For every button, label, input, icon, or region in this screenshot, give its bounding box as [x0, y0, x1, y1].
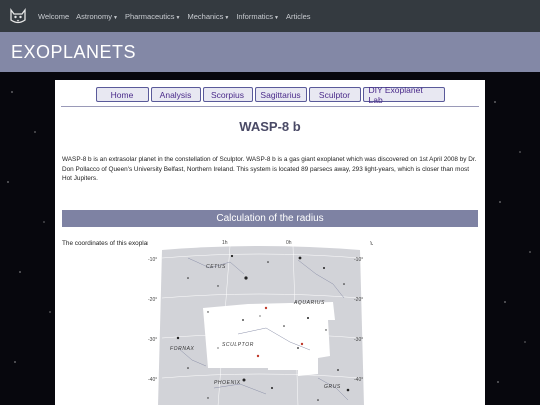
- nav-welcome[interactable]: Welcome: [38, 12, 69, 21]
- constellation-label-cetus: CETUS: [206, 264, 226, 270]
- nav-articles[interactable]: Articles: [286, 12, 311, 21]
- map-right-tick: -30°: [354, 337, 363, 343]
- map-top-tick: 0h: [286, 240, 292, 246]
- nav-pharmaceutics[interactable]: Pharmaceutics▼: [125, 12, 181, 21]
- map-left-tick: -20°: [148, 297, 157, 303]
- main-content: Home Analysis Scorpius Sagittarius Sculp…: [55, 80, 485, 405]
- tab-sculptor[interactable]: Sculptor: [308, 87, 361, 102]
- page-title: WASP-8 b: [239, 119, 301, 134]
- constellation-label-fornax: FORNAX: [170, 346, 194, 352]
- page-banner: EXOPLANETS: [0, 32, 540, 72]
- map-right-tick: -20°: [354, 297, 363, 303]
- map-left-tick: -40°: [148, 377, 157, 383]
- map-left-tick: -10°: [148, 257, 157, 263]
- tab-analysis[interactable]: Analysis: [150, 87, 201, 102]
- cat-logo-icon[interactable]: [8, 6, 28, 26]
- map-left-tick: -30°: [148, 337, 157, 343]
- top-navbar: Welcome Astronomy▼ Pharmaceutics▼ Mechan…: [0, 0, 540, 32]
- tab-sagittarius[interactable]: Sagittarius: [254, 87, 307, 102]
- chevron-down-icon: ▼: [175, 14, 181, 21]
- nav-astronomy[interactable]: Astronomy▼: [76, 12, 118, 21]
- banner-title: EXOPLANETS: [11, 41, 137, 62]
- constellation-label-phoenix: PHOENIX: [214, 380, 241, 386]
- chevron-down-icon: ▼: [224, 14, 230, 21]
- constellation-label-grus: GRUS: [324, 384, 341, 390]
- chevron-down-icon: ▼: [274, 14, 279, 21]
- nav-mechanics[interactable]: Mechanics▼: [188, 12, 230, 21]
- map-right-tick: -40°: [354, 377, 363, 383]
- map-right-tick: -10°: [354, 257, 363, 263]
- tab-home[interactable]: Home: [95, 87, 149, 102]
- tab-scorpius[interactable]: Scorpius: [202, 87, 253, 102]
- chevron-down-icon: ▼: [112, 14, 118, 21]
- constellation-label-sculptor: SCULPTOR: [222, 342, 254, 348]
- tab-diy-exoplanet-lab[interactable]: DIY Exoplanet Lab: [362, 85, 445, 105]
- tab-divider: [61, 106, 479, 107]
- section-header-radius: Calculation of the radius: [62, 209, 478, 227]
- star-map-image: 1h 0h -10° -20° -30° -40° -10° -20° -30°…: [148, 238, 370, 405]
- tab-bar: Home Analysis Scorpius Sagittarius Sculp…: [55, 85, 485, 105]
- map-top-tick: 1h: [222, 240, 228, 246]
- constellation-label-aquarius: AQUARIUS: [293, 300, 325, 306]
- planet-description: WASP-8 b is an extrasolar planet in the …: [62, 156, 477, 182]
- nav-informatics[interactable]: Informatics▼: [236, 12, 279, 21]
